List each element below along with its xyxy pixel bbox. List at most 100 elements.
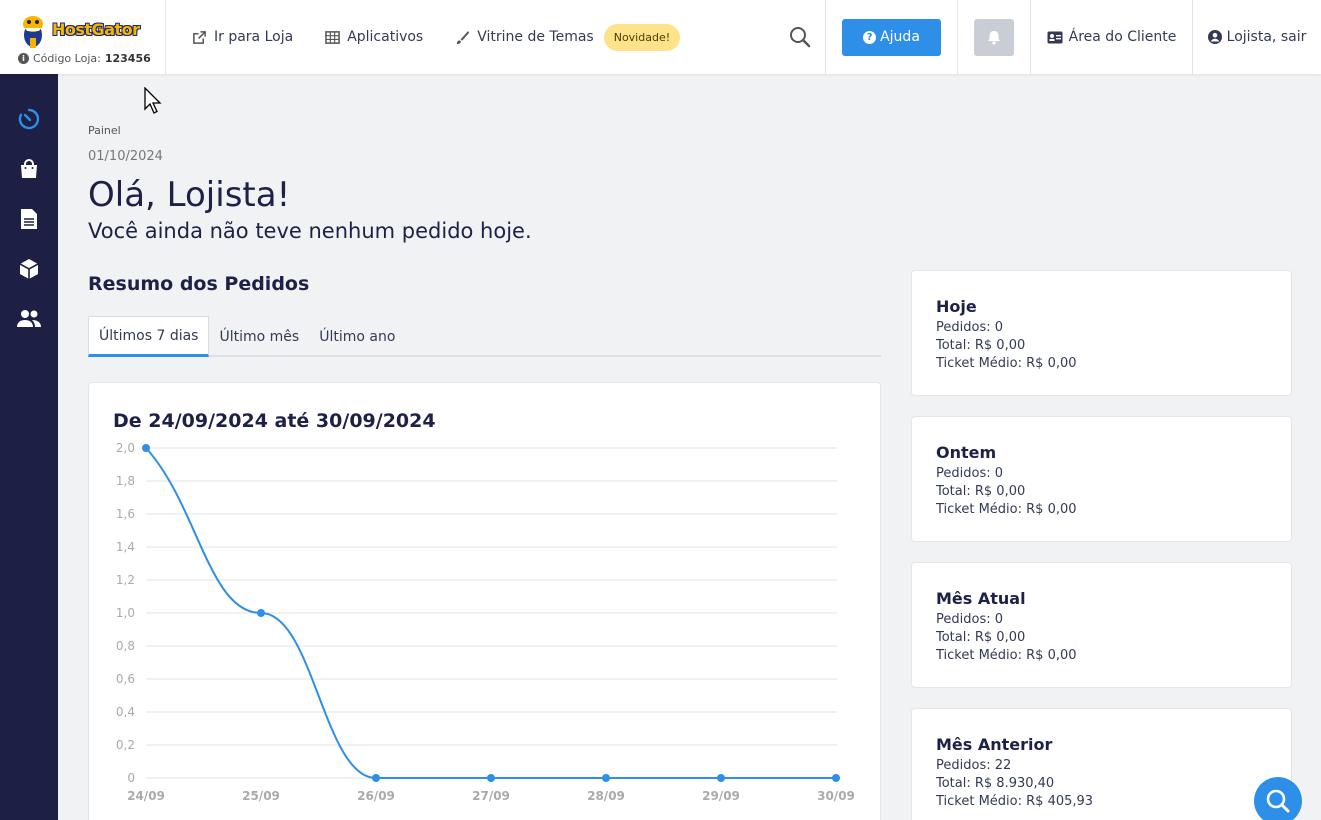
help-label: Ajuda <box>880 29 920 45</box>
gator-logo-icon <box>23 15 43 48</box>
page-title: Olá, Lojista! <box>88 175 291 215</box>
x-tick-label: 26/09 <box>357 789 395 803</box>
breadcrumb: Painel <box>88 124 121 137</box>
brush-icon <box>457 30 470 44</box>
dashboard-icon <box>18 108 40 130</box>
sidebar-item-documents[interactable] <box>16 206 42 232</box>
y-tick-label: 1,4 <box>116 540 135 554</box>
stat-title: Hoje <box>936 297 977 316</box>
x-tick-label: 28/09 <box>587 789 625 803</box>
sidebar-item-customers[interactable] <box>16 306 42 332</box>
user-circle-icon <box>1207 30 1222 44</box>
orders-summary-title: Resumo dos Pedidos <box>88 273 310 295</box>
top-bar: HostGator i Código Loja: 123456 Ir para … <box>0 0 1321 74</box>
stat-card-yesterday: Ontem Pedidos: 0 Total: R$ 0,00 Ticket M… <box>911 416 1292 542</box>
shopping-bag-icon <box>21 159 37 178</box>
stat-card-previous-month: Mês Anterior Pedidos: 22 Total: R$ 8.930… <box>911 708 1292 820</box>
user-logout-link[interactable]: Lojista, sair <box>1193 0 1321 74</box>
data-point <box>372 774 380 782</box>
search-icon <box>789 27 810 48</box>
stat-orders: Pedidos: 0 <box>936 320 1003 335</box>
y-tick-label: 0,2 <box>116 738 135 752</box>
stat-total: Total: R$ 0,00 <box>936 338 1026 353</box>
y-tick-label: 2,0 <box>116 441 135 455</box>
data-point <box>487 774 495 782</box>
nav-go-to-store[interactable]: Ir para Loja <box>192 29 293 45</box>
bell-icon <box>988 30 1000 45</box>
brand-name: HostGator <box>52 20 140 39</box>
notifications-button[interactable] <box>974 18 1014 56</box>
help-button[interactable]: ? Ajuda <box>842 18 941 56</box>
document-icon <box>21 209 37 229</box>
stat-ticket: Ticket Médio: R$ 0,00 <box>936 356 1077 371</box>
store-code-value: 123456 <box>104 51 151 65</box>
help-search-fab[interactable] <box>1254 777 1302 820</box>
nav-themes-label: Vitrine de Temas <box>477 29 594 45</box>
stat-orders: Pedidos: 0 <box>936 466 1003 481</box>
stat-card-current-month: Mês Atual Pedidos: 0 Total: R$ 0,00 Tick… <box>911 562 1292 688</box>
help-wrap: ? Ajuda <box>826 0 958 74</box>
box-icon <box>19 259 39 279</box>
search-icon <box>1266 789 1290 813</box>
stat-orders: Pedidos: 22 <box>936 758 1012 773</box>
tab-last-month[interactable]: Último mês <box>209 316 309 357</box>
stat-ticket: Ticket Médio: R$ 0,00 <box>936 648 1077 663</box>
store-code-label: Código Loja: <box>33 51 101 65</box>
stat-title: Ontem <box>936 443 997 462</box>
period-tabs: Últimos 7 dias Último mês Último ano <box>88 316 881 357</box>
y-tick-label: 0,4 <box>116 705 135 719</box>
x-tick-label: 24/09 <box>127 789 165 803</box>
main-nav: Ir para Loja Aplicativos Vitrine de Tema… <box>166 0 774 74</box>
stat-title: Mês Atual <box>936 589 1026 608</box>
stat-orders: Pedidos: 0 <box>936 612 1003 627</box>
y-tick-label: 0 <box>127 771 135 785</box>
id-card-icon <box>1047 31 1063 43</box>
x-tick-label: 27/09 <box>472 789 510 803</box>
mouse-cursor-icon <box>144 87 162 114</box>
user-label: Lojista, sair <box>1226 29 1307 45</box>
data-point <box>142 444 150 452</box>
data-point <box>602 774 610 782</box>
orders-chart-card: 0 0,2 0,4 0,6 0,8 1,0 1,2 1,4 1,6 1,8 2,0 24/09 25/0… <box>88 382 881 820</box>
stat-ticket: Ticket Médio: R$ 405,93 <box>936 794 1094 809</box>
chart-title: De 24/09/2024 até 30/09/2024 <box>113 410 436 432</box>
y-tick-label: 1,8 <box>116 474 135 488</box>
search-button[interactable] <box>774 0 826 74</box>
data-point <box>257 609 265 617</box>
sidebar-item-orders[interactable] <box>16 156 42 182</box>
client-area-link[interactable]: Área do Cliente <box>1031 0 1193 74</box>
brand[interactable]: HostGator i Código Loja: 123456 <box>0 0 166 74</box>
y-tick-label: 1,2 <box>116 573 135 587</box>
sidebar <box>0 74 58 820</box>
tab-last-7-days[interactable]: Últimos 7 dias <box>88 316 210 357</box>
y-tick-label: 1,0 <box>116 606 135 620</box>
nav-apps-label: Aplicativos <box>347 29 424 45</box>
info-icon: i <box>18 52 29 64</box>
tab-last-year[interactable]: Último ano <box>309 316 405 357</box>
data-point <box>832 774 840 782</box>
nav-themes[interactable]: Vitrine de Temas <box>455 29 594 45</box>
current-date: 01/10/2024 <box>88 149 163 164</box>
sidebar-item-products[interactable] <box>16 256 42 282</box>
y-tick-label: 0,6 <box>116 672 135 686</box>
store-code: i Código Loja: 123456 <box>18 52 165 65</box>
nav-apps[interactable]: Aplicativos <box>325 29 423 45</box>
notifications-wrap <box>958 0 1031 74</box>
stat-total: Total: R$ 8.930,40 <box>936 776 1055 791</box>
nav-go-to-store-label: Ir para Loja <box>214 29 294 45</box>
page-subtitle: Você ainda não teve nenhum pedido hoje. <box>88 219 532 243</box>
y-tick-label: 0,8 <box>116 639 135 653</box>
grid-icon <box>325 30 340 44</box>
x-tick-label: 30/09 <box>817 789 855 803</box>
new-badge: Novidade! <box>603 23 681 51</box>
question-icon: ? <box>863 30 877 44</box>
stat-ticket: Ticket Médio: R$ 0,00 <box>936 502 1077 517</box>
users-icon <box>17 310 41 327</box>
sidebar-item-dashboard[interactable] <box>16 106 42 132</box>
external-link-icon <box>193 30 206 44</box>
data-point <box>717 774 725 782</box>
stat-total: Total: R$ 0,00 <box>936 484 1026 499</box>
y-tick-label: 1,6 <box>116 507 135 521</box>
x-tick-label: 29/09 <box>702 789 740 803</box>
stat-title: Mês Anterior <box>936 735 1053 754</box>
